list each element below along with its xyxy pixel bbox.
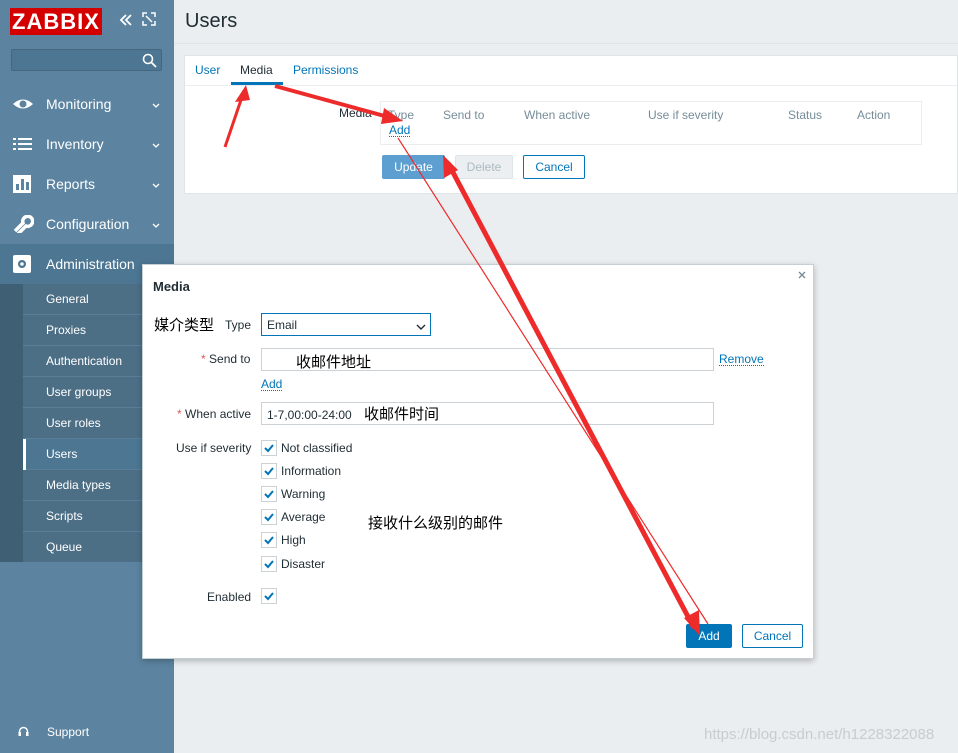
add-media-link[interactable]: Add <box>389 124 411 137</box>
menu-inventory[interactable]: Inventory <box>0 124 174 164</box>
required-marker: * <box>201 352 210 366</box>
annotation-when-active: 收邮件时间 <box>364 405 440 423</box>
search-icon[interactable] <box>142 53 157 68</box>
active-tab-indicator <box>231 82 283 85</box>
required-marker: * <box>177 407 186 421</box>
submenu-label: Queue <box>46 540 83 554</box>
dialog-title: Media <box>153 279 190 294</box>
tabs-divider <box>185 85 957 86</box>
column-header-status: Status <box>788 108 823 122</box>
annotation-send-to: 收邮件地址 <box>296 353 372 371</box>
when-active-input[interactable]: 1-7,00:00-24:00 <box>261 402 714 425</box>
severity-option-label: Information <box>281 464 342 478</box>
submenu-label: General <box>46 292 89 306</box>
collapse-sidebar-icon[interactable] <box>118 12 134 28</box>
submenu-label: Proxies <box>46 323 87 337</box>
checkbox-enabled[interactable] <box>261 588 277 604</box>
menu-label: Administration <box>46 256 135 272</box>
when-active-label: * When active <box>177 407 251 421</box>
eye-icon <box>12 95 34 113</box>
menu-label: Reports <box>46 176 96 192</box>
type-select-value: Email <box>267 318 298 332</box>
annotation-type: 媒介类型 <box>154 316 215 334</box>
sidebar-search-input[interactable] <box>11 49 162 71</box>
gear-icon <box>12 255 34 273</box>
column-header-when-active: When active <box>524 108 591 122</box>
submenu-label: User roles <box>46 416 101 430</box>
headset-icon <box>18 726 29 737</box>
submenu-label: User groups <box>46 385 112 399</box>
menu-label: Inventory <box>46 136 104 152</box>
update-button[interactable]: Update <box>382 155 445 179</box>
severity-option-label: Not classified <box>281 441 353 455</box>
bar-chart-icon <box>12 175 34 193</box>
page-title: Users <box>185 10 238 32</box>
chevron-down-icon <box>151 218 161 228</box>
submenu-label: Media types <box>46 478 111 492</box>
wrench-icon <box>12 214 35 236</box>
watermark: https://blog.csdn.net/h1228322088 <box>704 726 935 743</box>
checkbox-disaster[interactable] <box>261 556 277 572</box>
column-header-action: Action <box>857 108 891 122</box>
checkbox-not-classified[interactable] <box>261 440 277 456</box>
add-send-to-link[interactable]: Add <box>261 378 283 391</box>
menu-monitoring[interactable]: Monitoring <box>0 84 174 124</box>
remove-link[interactable]: Remove <box>719 353 764 366</box>
kiosk-mode-icon[interactable] <box>142 12 156 26</box>
dialog-add-button[interactable]: Add <box>686 624 732 648</box>
checkbox-information[interactable] <box>261 463 277 479</box>
submenu-label: Users <box>46 447 78 461</box>
tab-user[interactable]: User <box>195 63 220 77</box>
checkbox-high[interactable] <box>261 532 277 548</box>
severity-label: Use if severity <box>176 441 252 455</box>
type-select[interactable]: Email <box>261 313 431 336</box>
submenu-label: Authentication <box>46 354 123 368</box>
when-active-label-text: When active <box>185 407 252 421</box>
chevron-down-icon <box>151 138 161 148</box>
severity-option-label: Disaster <box>281 557 326 571</box>
checkbox-average[interactable] <box>261 509 277 525</box>
enabled-label: Enabled <box>207 590 252 604</box>
menu-configuration[interactable]: Configuration <box>0 204 174 244</box>
submenu-indent <box>0 284 23 562</box>
send-to-label-text: Send to <box>209 352 251 366</box>
column-header-use-if-severity: Use if severity <box>648 108 724 122</box>
annotation-severity: 接收什么级别的邮件 <box>368 514 504 532</box>
close-icon[interactable] <box>797 269 807 279</box>
support-label: Support <box>47 725 90 739</box>
tab-permissions[interactable]: Permissions <box>293 63 358 77</box>
media-field-label: Media <box>339 106 372 120</box>
type-label: Type <box>225 318 252 332</box>
when-active-value: 1-7,00:00-24:00 <box>267 408 352 422</box>
chevron-down-icon <box>151 98 161 108</box>
severity-option-label: Warning <box>281 487 326 501</box>
dialog-cancel-button[interactable]: Cancel <box>742 624 803 648</box>
column-header-type: Type <box>388 108 415 122</box>
zabbix-logo[interactable]: ZABBIX <box>10 8 102 35</box>
chevron-down-icon <box>151 178 161 188</box>
list-icon <box>12 135 34 153</box>
severity-option-label: High <box>281 533 306 547</box>
checkbox-warning[interactable] <box>261 486 277 502</box>
column-header-send-to: Send to <box>443 108 485 122</box>
menu-label: Configuration <box>46 216 130 232</box>
send-to-label: * Send to <box>201 352 250 366</box>
header-divider <box>174 43 958 44</box>
severity-option-label: Average <box>281 510 326 524</box>
menu-reports[interactable]: Reports <box>0 164 174 204</box>
tab-media[interactable]: Media <box>240 63 273 77</box>
chevron-down-icon <box>416 321 426 330</box>
submenu-label: Scripts <box>46 509 83 523</box>
delete-button: Delete <box>455 155 513 179</box>
menu-label: Monitoring <box>46 96 112 112</box>
cancel-button[interactable]: Cancel <box>523 155 585 179</box>
